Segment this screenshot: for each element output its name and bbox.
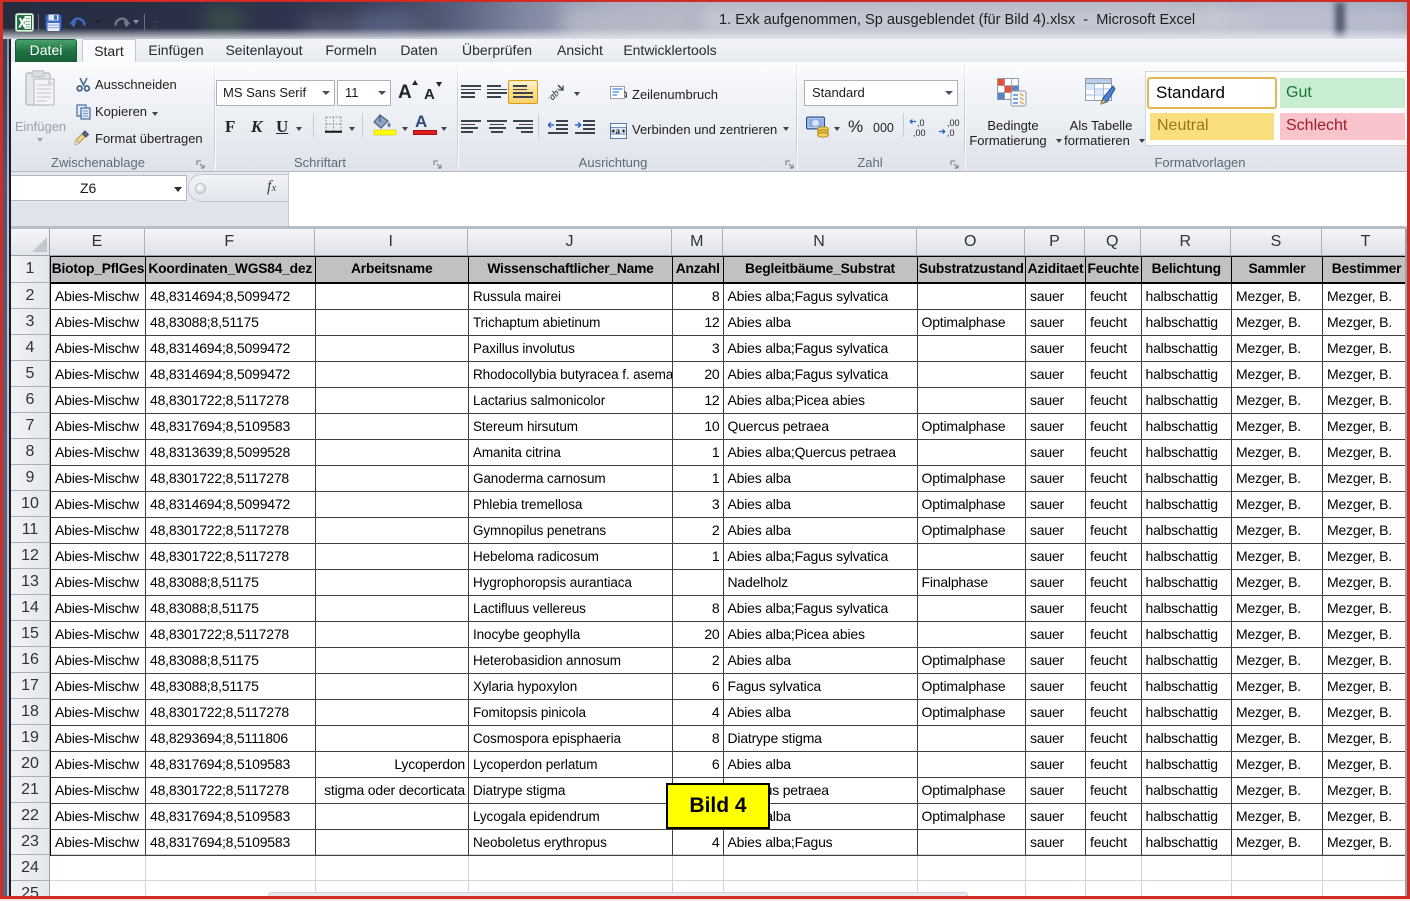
svg-text:,00: ,00	[913, 128, 926, 137]
svg-text:,0: ,0	[917, 118, 925, 128]
svg-text:a: a	[616, 126, 621, 136]
